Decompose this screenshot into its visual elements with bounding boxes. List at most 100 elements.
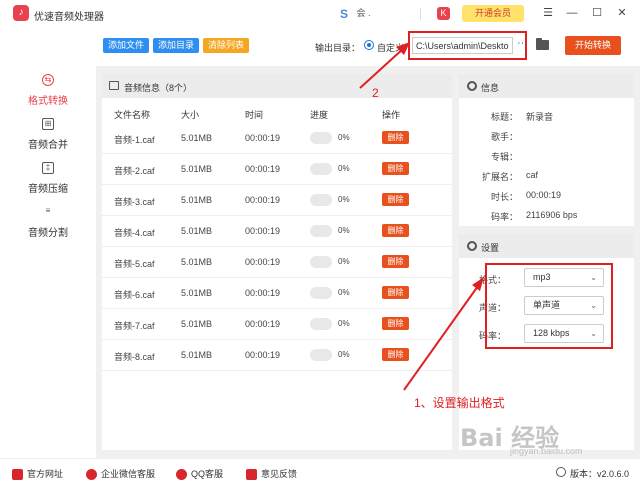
delete-button[interactable]: 删除 xyxy=(382,162,409,175)
bitrate-value: 128 kbps xyxy=(533,328,570,338)
app-title: 优速音频处理器 xyxy=(34,12,104,23)
website-label: 官方网址 xyxy=(27,469,64,479)
footer: 官方网址 企业微信客服 QQ客服 意见反馈 版本：v2.0.6.0 xyxy=(0,458,640,486)
file-name: 音频-2.caf xyxy=(114,166,155,176)
settings-panel-title: 设置 xyxy=(481,243,500,253)
format-value: mp3 xyxy=(533,272,551,282)
vip-button[interactable]: 开通会员 xyxy=(462,5,524,22)
file-time: 00:00:19 xyxy=(245,350,281,360)
add-file-button[interactable]: 添加文件 xyxy=(103,38,149,53)
file-name: 音频-7.caf xyxy=(114,321,155,331)
website-link[interactable]: 官方网址 xyxy=(12,467,64,481)
progress-bar xyxy=(310,349,332,361)
bitrate-select[interactable]: 128 kbps ⌄ xyxy=(524,324,604,343)
add-folder-button[interactable]: 添加目录 xyxy=(153,38,199,53)
annotation-label-2: 2 xyxy=(372,86,379,100)
delete-button[interactable]: 删除 xyxy=(382,317,409,330)
sidebar-item-label: 格式转换 xyxy=(28,96,68,107)
file-name: 音频-3.caf xyxy=(114,197,155,207)
sidebar-item-audio-merge[interactable]: ⊞ 音频合并 xyxy=(0,118,96,162)
maximize-icon[interactable]: ☐ xyxy=(587,4,607,22)
output-dir-label: 输出目录： xyxy=(315,43,361,53)
output-path-input[interactable] xyxy=(412,37,513,54)
info-panel: 信息 标题： 新录音 歌手： 专辑： 扩展名： caf 时长： 00:00:19… xyxy=(459,74,634,226)
clear-list-button[interactable]: 清除列表 xyxy=(203,38,249,53)
user-account[interactable]: S 会 . xyxy=(340,6,371,21)
audio-merge-icon: ⊞ xyxy=(42,118,54,130)
delete-button[interactable]: 删除 xyxy=(382,255,409,268)
file-name: 音频-4.caf xyxy=(114,228,155,238)
qq-icon xyxy=(176,469,187,481)
sidebar-item-format-convert[interactable]: ⇆ 格式转换 xyxy=(0,74,96,118)
delete-button[interactable]: 删除 xyxy=(382,224,409,237)
sidebar-item-audio-compress[interactable]: ‡ 音频压缩 xyxy=(0,162,96,206)
column-header-time: 时间 xyxy=(245,110,264,120)
custom-dir-radio[interactable] xyxy=(364,40,374,50)
file-size: 5.01MB xyxy=(181,195,213,205)
chevron-down-icon: ⌄ xyxy=(590,329,597,338)
format-select[interactable]: mp3 ⌄ xyxy=(524,268,604,287)
info-key: 时长： xyxy=(490,192,518,202)
delete-button[interactable]: 删除 xyxy=(382,348,409,361)
file-time: 00:00:19 xyxy=(245,288,281,298)
delete-button[interactable]: 删除 xyxy=(382,286,409,299)
info-value: 2116906 bps xyxy=(526,210,578,220)
progress-bar xyxy=(310,163,332,175)
table-row[interactable]: 音频-7.caf 5.01MB 00:00:19 0% 删除 xyxy=(102,309,452,340)
close-icon[interactable]: ✕ xyxy=(612,4,632,22)
baidu-watermark-url: jingyan.baidu.com xyxy=(510,446,583,456)
file-name: 音频-8.caf xyxy=(114,352,155,362)
feedback-link[interactable]: 意见反馈 xyxy=(246,467,298,481)
wechat-support-link[interactable]: 企业微信客服 xyxy=(86,467,155,481)
app-logo-icon: ♪ xyxy=(13,5,29,21)
bitrate-label: 码率： xyxy=(478,331,506,341)
table-row[interactable]: 音频-5.caf 5.01MB 00:00:19 0% 删除 xyxy=(102,247,452,278)
file-name: 音频-6.caf xyxy=(114,290,155,300)
table-row[interactable]: 音频-1.caf 5.01MB 00:00:19 0% 删除 xyxy=(102,123,452,154)
file-time: 00:00:19 xyxy=(245,257,281,267)
table-row[interactable]: 音频-3.caf 5.01MB 00:00:19 0% 删除 xyxy=(102,185,452,216)
delete-button[interactable]: 删除 xyxy=(382,131,409,144)
info-key: 标题： xyxy=(490,112,518,122)
title-divider xyxy=(420,8,421,20)
table-row[interactable]: 音频-8.caf 5.01MB 00:00:19 0% 删除 xyxy=(102,340,452,371)
info-key: 码率： xyxy=(490,212,518,222)
info-panel-title: 信息 xyxy=(481,83,500,93)
more-options-button[interactable]: ··· xyxy=(517,37,528,49)
sidebar-item-audio-split[interactable]: ≡ 音频分割 xyxy=(0,206,96,250)
table-row[interactable]: 音频-6.caf 5.01MB 00:00:19 0% 删除 xyxy=(102,278,452,309)
table-row[interactable]: 音频-4.caf 5.01MB 00:00:19 0% 删除 xyxy=(102,216,452,247)
audio-compress-icon: ‡ xyxy=(42,162,54,174)
settings-panel-header: 设置 xyxy=(459,234,634,258)
qq-support-link[interactable]: QQ客服 xyxy=(176,467,223,481)
title-bar: ♪ 优速音频处理器 S 会 . K 开通会员 ☰ — ☐ ✕ xyxy=(0,0,640,28)
channel-label: 声道： xyxy=(478,303,506,313)
progress-percent: 0% xyxy=(338,319,350,328)
info-key: 专辑： xyxy=(490,152,518,162)
image-icon xyxy=(109,81,119,90)
file-time: 00:00:19 xyxy=(245,319,281,329)
start-convert-button[interactable]: 开始转换 xyxy=(565,36,621,55)
folder-icon[interactable] xyxy=(536,38,549,50)
file-time: 00:00:19 xyxy=(245,226,281,236)
table-row[interactable]: 音频-2.caf 5.01MB 00:00:19 0% 删除 xyxy=(102,154,452,185)
progress-bar xyxy=(310,287,332,299)
file-list-panel: 音频信息（8个） 文件名称 大小 时间 进度 操作 音频-1.caf 5.01MB… xyxy=(102,74,452,450)
file-panel-header: 音频信息（8个） xyxy=(102,74,452,98)
progress-percent: 0% xyxy=(338,257,350,266)
minimize-icon[interactable]: — xyxy=(562,4,582,22)
feedback-icon xyxy=(246,469,257,481)
info-key: 扩展名： xyxy=(481,172,518,182)
menu-icon[interactable]: ☰ xyxy=(538,4,558,22)
delete-button[interactable]: 删除 xyxy=(382,193,409,206)
gear-icon xyxy=(467,241,477,251)
channel-select[interactable]: 单声道 ⌄ xyxy=(524,296,604,315)
info-value: 新录音 xyxy=(526,112,554,122)
format-convert-icon: ⇆ xyxy=(42,74,54,86)
column-header-progress: 进度 xyxy=(310,110,329,120)
info-panel-header: 信息 xyxy=(459,74,634,98)
feedback-label: 意见反馈 xyxy=(261,469,298,479)
sidebar-item-label: 音频合并 xyxy=(28,140,68,151)
custom-dir-label: 自定义 xyxy=(377,43,405,53)
progress-bar xyxy=(310,225,332,237)
